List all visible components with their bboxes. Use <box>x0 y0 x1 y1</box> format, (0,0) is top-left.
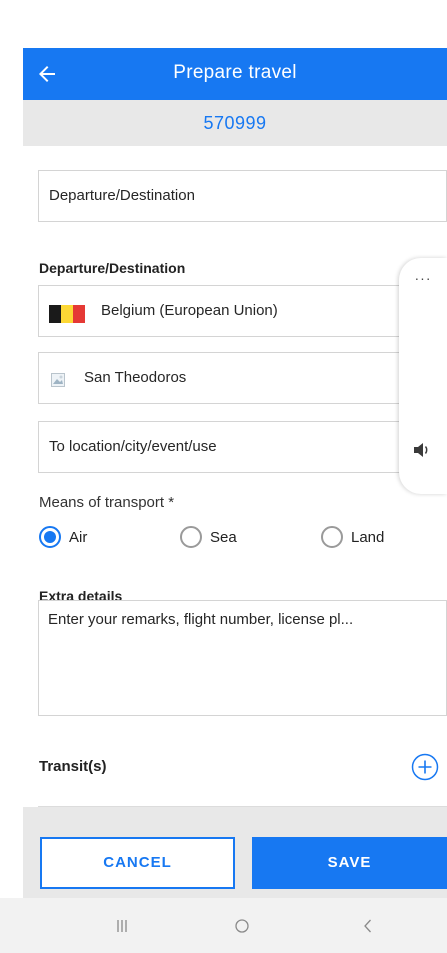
radio-sea-circle[interactable] <box>180 526 202 548</box>
extra-details-placeholder: Enter your remarks, flight number, licen… <box>48 611 354 628</box>
means-of-transport-label: Means of transport * <box>39 494 175 511</box>
radio-sea-label: Sea <box>210 528 237 546</box>
to-location-placeholder: To location/city/event/use <box>49 438 217 455</box>
add-transit-icon[interactable] <box>411 753 439 781</box>
cancel-button[interactable]: CANCEL <box>40 837 235 889</box>
radio-land-circle[interactable] <box>321 526 343 548</box>
radio-sea[interactable]: Sea <box>180 522 237 552</box>
radio-air[interactable]: Air <box>39 522 87 552</box>
place-value: San Theodoros <box>84 369 187 386</box>
radio-land-label: Land <box>351 528 385 546</box>
page-title: Prepare travel <box>173 62 297 83</box>
more-horizontal-icon[interactable]: ··· <box>399 270 447 286</box>
volume-icon[interactable] <box>413 442 431 458</box>
system-nav-bar <box>0 898 447 953</box>
home-icon[interactable] <box>232 916 252 936</box>
recent-apps-icon[interactable] <box>112 916 132 936</box>
action-footer: CANCEL SAVE <box>23 807 447 898</box>
back-nav-icon[interactable] <box>358 916 378 936</box>
save-button[interactable]: SAVE <box>252 837 447 889</box>
departure-destination-field-text: Departure/Destination <box>49 187 195 204</box>
departure-destination-field[interactable]: Departure/Destination <box>38 170 447 222</box>
country-select[interactable]: Belgium (European Union) <box>38 285 447 337</box>
transport-radio-group: Air Sea Land <box>39 522 439 552</box>
app-bar: Prepare travel <box>23 48 447 100</box>
floating-side-panel[interactable]: ··· <box>399 258 447 494</box>
travel-code: 570999 <box>203 113 267 133</box>
belgium-flag-icon <box>49 305 85 323</box>
travel-id-bar: 570999 <box>23 100 447 146</box>
to-location-input[interactable]: To location/city/event/use <box>38 421 447 473</box>
radio-air-label: Air <box>69 528 88 546</box>
broken-image-icon <box>51 373 65 387</box>
extra-details-textarea[interactable]: Enter your remarks, flight number, licen… <box>38 600 447 716</box>
prepare-travel-page: Prepare travel 570999 Departure/Destinat… <box>23 48 447 898</box>
radio-land[interactable]: Land <box>321 522 384 552</box>
place-select[interactable]: San Theodoros <box>38 352 447 404</box>
status-bar <box>0 0 447 48</box>
radio-air-circle[interactable] <box>39 526 61 548</box>
departure-destination-label: Departure/Destination <box>39 260 186 276</box>
transit-label: Transit(s) <box>39 758 107 775</box>
country-value: Belgium (European Union) <box>101 302 278 319</box>
